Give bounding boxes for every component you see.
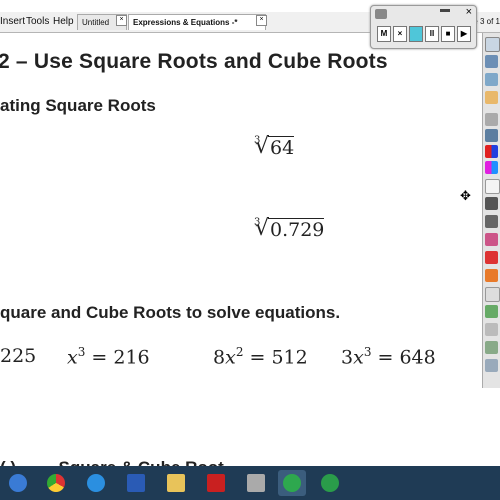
- color-palette-icon[interactable]: [485, 161, 498, 174]
- magic-pen-icon[interactable]: [485, 287, 500, 302]
- properties-icon[interactable]: [485, 91, 498, 104]
- radicand: 0.729: [268, 218, 325, 241]
- word-icon[interactable]: [122, 470, 150, 496]
- creative-pen-icon[interactable]: [485, 251, 498, 264]
- equation-1: x3 = 216: [67, 345, 150, 368]
- equation-rhs: = 648: [371, 346, 436, 369]
- variable: x: [225, 346, 236, 369]
- minimize-icon[interactable]: [440, 9, 450, 12]
- start-orb-icon[interactable]: [4, 470, 32, 496]
- coefficient: 8: [213, 346, 226, 369]
- radical-sign-icon: √: [255, 134, 270, 159]
- radical-sign-icon: √: [255, 216, 270, 241]
- close-tab-icon[interactable]: ×: [116, 15, 127, 26]
- fill-icon[interactable]: [485, 323, 498, 336]
- section-heading: quare and Cube Roots to solve equations.: [0, 303, 341, 322]
- close-tab-icon[interactable]: ×: [256, 15, 267, 26]
- color-red-icon[interactable]: [485, 145, 498, 158]
- table-icon[interactable]: [485, 359, 498, 372]
- section-heading: ating Square Roots: [0, 96, 156, 115]
- gallery-icon[interactable]: [485, 55, 498, 68]
- menu-insert[interactable]: Insert: [0, 16, 25, 27]
- equation-2: 8x2 = 512: [213, 345, 308, 368]
- tab-label: Untitled: [82, 18, 110, 27]
- page-title: 2 – Use Square Roots and Cube Roots: [0, 50, 388, 73]
- radicand: 64: [268, 136, 295, 159]
- recorder-icon: [375, 9, 387, 19]
- document-canvas[interactable]: 2 – Use Square Roots and Cube Roots atin…: [0, 33, 480, 465]
- vlc-icon[interactable]: [242, 470, 270, 496]
- eraser-icon[interactable]: [485, 233, 498, 246]
- smartboard-icon[interactable]: [278, 470, 306, 496]
- color-white-icon[interactable]: [485, 179, 500, 194]
- pen-icon[interactable]: [485, 113, 498, 126]
- ie-icon[interactable]: [82, 470, 110, 496]
- attachments-icon[interactable]: [485, 73, 498, 86]
- move-cursor-icon: ✥: [460, 188, 471, 203]
- line-icon[interactable]: [485, 305, 498, 318]
- shapes-icon[interactable]: [485, 269, 498, 282]
- taskbar: [0, 466, 500, 500]
- acrobat-icon[interactable]: [202, 470, 230, 496]
- tab-expressions-equations[interactable]: Expressions & Equations -*: [128, 14, 266, 30]
- variable: x: [67, 346, 78, 369]
- highlighter-icon[interactable]: [485, 129, 498, 142]
- menu-help[interactable]: Help: [53, 16, 74, 27]
- coefficient: 3: [341, 346, 354, 369]
- explorer-icon[interactable]: [162, 470, 190, 496]
- page-sorter-icon[interactable]: [485, 37, 500, 52]
- text-icon[interactable]: [485, 341, 498, 354]
- equation-3: 3x3 = 648: [341, 345, 436, 368]
- pen-tool-icon[interactable]: [485, 215, 498, 228]
- menu-tools[interactable]: Tools: [26, 16, 49, 27]
- select-arrow-icon[interactable]: [485, 197, 498, 210]
- equation-rhs: = 512: [243, 346, 308, 369]
- camtasia-icon[interactable]: [316, 470, 344, 496]
- equation-partial: 225: [0, 345, 37, 367]
- close-icon[interactable]: ×: [466, 6, 472, 18]
- right-toolbar: [482, 33, 500, 388]
- equation-rhs: = 216: [85, 346, 150, 369]
- variable: x: [353, 346, 364, 369]
- chrome-icon[interactable]: [42, 470, 70, 496]
- tab-label: Expressions & Equations -*: [133, 18, 238, 27]
